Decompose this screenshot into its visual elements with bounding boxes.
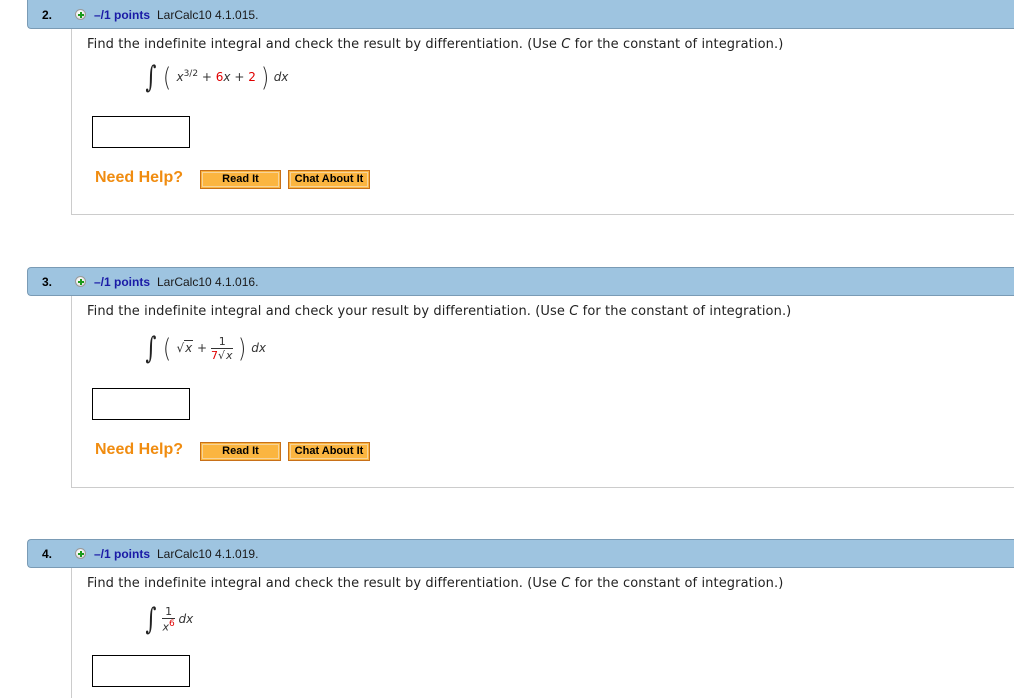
prompt-text: for the constant of integration.) [570, 576, 784, 591]
prompt-text: for the constant of integration.) [578, 304, 792, 319]
expand-plus-icon[interactable] [75, 548, 86, 559]
fraction-numerator: 1 [210, 335, 234, 349]
radicand: x [184, 340, 194, 355]
chat-about-it-button[interactable]: Chat About It [288, 170, 370, 189]
fraction-denominator: 7√x [210, 348, 234, 362]
radicand: x [224, 348, 234, 362]
question-body: Find the indefinite integral and check y… [71, 296, 1014, 488]
answer-input[interactable] [92, 116, 190, 148]
math-differential: dx [273, 70, 289, 84]
need-help-label: Need Help? [95, 169, 184, 186]
math-operator: + [201, 70, 212, 84]
question-prompt: Find the indefinite integral and check t… [87, 576, 783, 591]
fraction-denominator: x6 [162, 619, 174, 634]
question-prompt: Find the indefinite integral and check y… [87, 304, 791, 319]
question-header: 3. –/1 points LarCalc10 4.1.016. [27, 267, 1014, 296]
math-exponent: 6 [168, 619, 175, 630]
question-body: Find the indefinite integral and check t… [71, 568, 1014, 698]
math-operator: + [197, 341, 208, 355]
math-differential: dx [178, 612, 194, 626]
math-constant: 2 [248, 70, 256, 84]
question-4: 4. –/1 points LarCalc10 4.1.019. Find th… [27, 539, 1014, 698]
question-id: LarCalc10 4.1.015. [157, 8, 259, 22]
points-label[interactable]: –/1 points [94, 8, 150, 22]
answer-input[interactable] [92, 388, 190, 420]
integral-expression: ∫ ( √x + 1 7√x ) dx [143, 331, 266, 366]
fraction: 1 x6 [162, 605, 175, 634]
prompt-text: Find the indefinite integral and check t… [87, 576, 562, 591]
question-number: 2. [42, 8, 53, 22]
answer-input[interactable] [92, 655, 190, 687]
square-root: √x [217, 348, 234, 362]
integral-sign: ∫ [145, 60, 157, 95]
math-differential: dx [251, 341, 266, 355]
question-number: 3. [42, 275, 53, 289]
integral-sign: ∫ [145, 331, 157, 366]
question-id: LarCalc10 4.1.019. [157, 547, 259, 561]
points-label[interactable]: –/1 points [94, 547, 150, 561]
math-coefficient: 7 [210, 349, 218, 362]
expand-plus-icon[interactable] [75, 276, 86, 287]
question-3: 3. –/1 points LarCalc10 4.1.016. Find th… [27, 267, 1014, 488]
integral-expression: ∫ ( x3/2 + 6x + 2 ) dx [143, 60, 288, 95]
left-paren: ( [163, 333, 172, 364]
prompt-text: Find the indefinite integral and check y… [87, 304, 570, 319]
left-paren: ( [163, 62, 172, 93]
expand-plus-icon[interactable] [75, 9, 86, 20]
question-header: 2. –/1 points LarCalc10 4.1.015. [27, 0, 1014, 29]
right-paren: ) [238, 333, 247, 364]
question-id: LarCalc10 4.1.016. [157, 275, 259, 289]
read-it-button[interactable]: Read It [200, 170, 281, 189]
points-label[interactable]: –/1 points [94, 275, 150, 289]
read-it-button[interactable]: Read It [200, 442, 281, 461]
prompt-text: for the constant of integration.) [570, 37, 784, 52]
question-prompt: Find the indefinite integral and check t… [87, 37, 783, 52]
math-exponent: 3/2 [183, 69, 199, 79]
math-variable: x [176, 70, 184, 84]
integral-sign: ∫ [145, 602, 157, 637]
prompt-text: Find the indefinite integral and check t… [87, 37, 562, 52]
question-body: Find the indefinite integral and check t… [71, 29, 1014, 215]
question-header: 4. –/1 points LarCalc10 4.1.019. [27, 539, 1014, 568]
math-variable: x [223, 70, 231, 84]
question-2: 2. –/1 points LarCalc10 4.1.015. Find th… [27, 0, 1014, 215]
need-help-label: Need Help? [95, 441, 184, 458]
square-root: √x [176, 340, 194, 355]
sqrt-sign: √ [176, 341, 185, 355]
question-number: 4. [42, 547, 53, 561]
chat-about-it-button[interactable]: Chat About It [288, 442, 370, 461]
fraction-numerator: 1 [162, 605, 175, 620]
math-operator: + [234, 70, 245, 84]
fraction: 1 7√x [210, 335, 234, 362]
right-paren: ) [260, 62, 269, 93]
integral-expression: ∫ 1 x6 dx [143, 602, 193, 637]
sqrt-sign: √ [217, 349, 225, 362]
